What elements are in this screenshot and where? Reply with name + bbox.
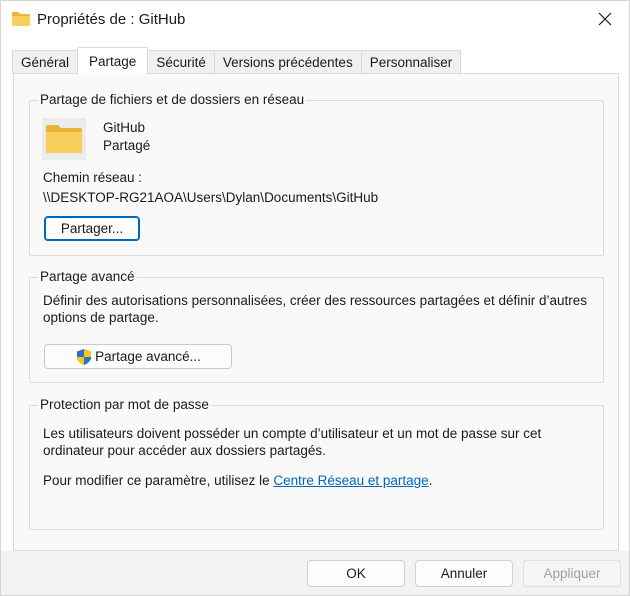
properties-dialog: Propriétés de : GitHub Général Partage S… bbox=[0, 0, 630, 596]
folder-icon bbox=[42, 118, 86, 160]
cancel-button[interactable]: Annuler bbox=[415, 560, 513, 587]
tab-label: Versions précédentes bbox=[222, 55, 353, 70]
group-title: Partage de fichiers et de dossiers en ré… bbox=[38, 92, 307, 107]
folder-status: Partagé bbox=[103, 138, 151, 153]
title-bar: Propriétés de : GitHub bbox=[1, 1, 629, 39]
group-title: Partage avancé bbox=[38, 269, 137, 284]
tab-label: Personnaliser bbox=[369, 55, 453, 70]
share-button[interactable]: Partager... bbox=[44, 216, 140, 241]
advanced-sharing-button-label: Partage avancé... bbox=[95, 349, 201, 364]
tab-label: Partage bbox=[89, 53, 137, 69]
password-protection-group: Protection par mot de passe Les utilisat… bbox=[29, 397, 604, 530]
change-setting-suffix: . bbox=[428, 473, 433, 488]
change-setting-prefix: Pour modifier ce paramètre, utilisez le bbox=[43, 473, 274, 488]
dialog-footer: OK Annuler Appliquer bbox=[1, 551, 629, 595]
tab-label: Général bbox=[21, 55, 70, 70]
network-path: \\DESKTOP-RG21AOA\Users\Dylan\Documents\… bbox=[43, 190, 379, 205]
network-path-label: Chemin réseau : bbox=[43, 170, 143, 185]
uac-shield-icon bbox=[75, 348, 93, 366]
tab-sharing[interactable]: Partage bbox=[77, 47, 149, 74]
advanced-sharing-description: Définir des autorisations personnalisées… bbox=[43, 293, 588, 325]
network-sharing-group: Partage de fichiers et de dossiers en ré… bbox=[29, 92, 604, 256]
tab-security[interactable]: Sécurité bbox=[147, 50, 215, 74]
sharing-panel: Partage de fichiers et de dossiers en ré… bbox=[13, 73, 619, 551]
network-sharing-center-link[interactable]: Centre Réseau et partage bbox=[273, 473, 428, 488]
password-protection-description: Les utilisateurs doivent posséder un com… bbox=[43, 426, 542, 458]
change-setting-text: Pour modifier ce paramètre, utilisez le … bbox=[43, 472, 593, 489]
folder-icon bbox=[12, 12, 30, 26]
tab-customize[interactable]: Personnaliser bbox=[360, 50, 462, 74]
group-title: Protection par mot de passe bbox=[38, 397, 211, 412]
close-button[interactable] bbox=[587, 5, 623, 35]
advanced-sharing-group: Partage avancé Définir des autorisations… bbox=[29, 269, 604, 383]
tab-strip: Général Partage Sécurité Versions précéd… bbox=[12, 47, 462, 74]
advanced-sharing-button[interactable]: Partage avancé... bbox=[44, 344, 232, 369]
window-title: Propriétés de : GitHub bbox=[37, 11, 186, 28]
tab-label: Sécurité bbox=[156, 55, 206, 70]
tab-general[interactable]: Général bbox=[12, 50, 79, 74]
ok-button[interactable]: OK bbox=[307, 560, 405, 587]
tab-previous-versions[interactable]: Versions précédentes bbox=[213, 50, 362, 74]
close-icon bbox=[598, 12, 612, 29]
apply-button[interactable]: Appliquer bbox=[523, 560, 621, 587]
folder-name: GitHub bbox=[103, 120, 146, 135]
